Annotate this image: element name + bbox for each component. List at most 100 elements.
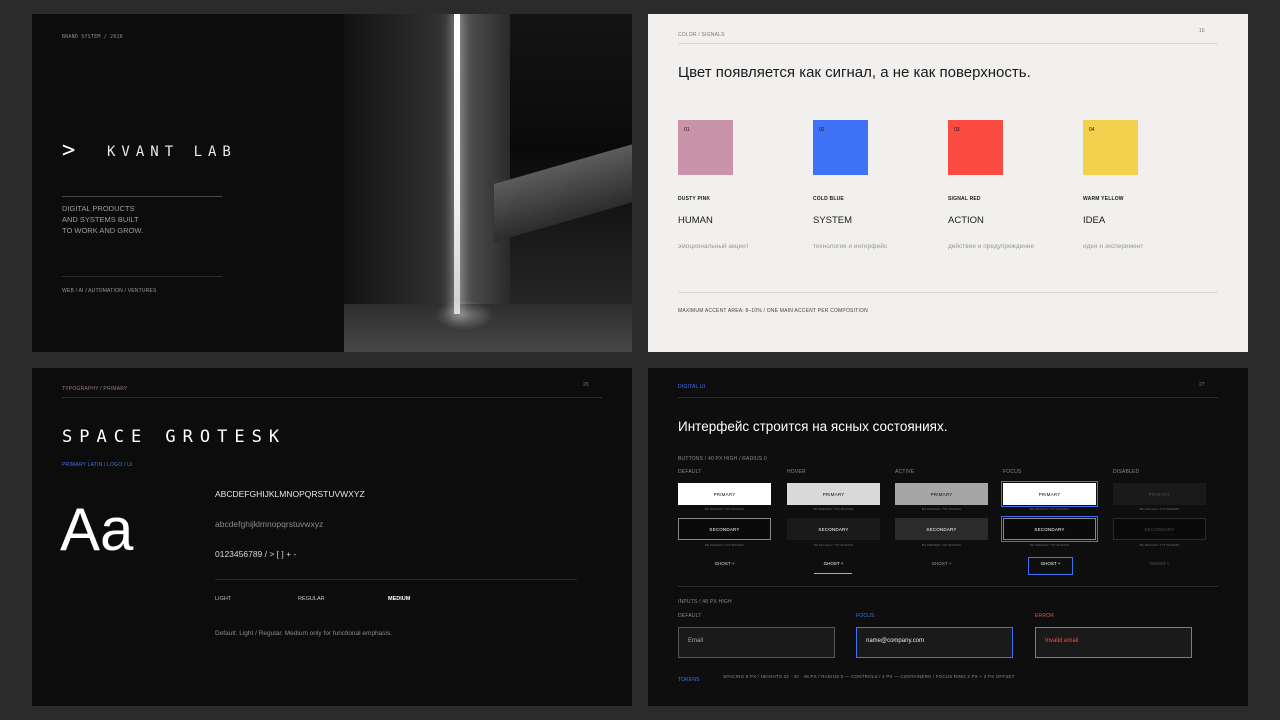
- tokens-label: TOKENS: [678, 677, 700, 683]
- section-label-inputs: INPUTS / 48 PX HIGH: [678, 599, 732, 605]
- divider: [215, 579, 577, 580]
- button-spec: BG #1A1A1A / TXT #FFFFFF: [813, 543, 854, 547]
- button-spec: BG #2B2B2B / TXT #FFFFFF: [921, 543, 962, 547]
- secondary-button-disabled: SECONDARY: [1113, 518, 1206, 540]
- color-role: ACTION: [948, 215, 984, 226]
- color-role: SYSTEM: [813, 215, 853, 226]
- email-input-default[interactable]: Email: [678, 627, 835, 658]
- tagline-line: TO WORK AND GROW.: [62, 226, 144, 235]
- tagline: DIGITAL PRODUCTS AND SYSTEMS BUILT TO WO…: [62, 203, 143, 236]
- email-input-error[interactable]: Invalid email: [1035, 627, 1192, 658]
- state-label-hover: HOVER: [787, 469, 806, 475]
- swatch-number: 04: [1089, 127, 1095, 133]
- secondary-button-focus[interactable]: SECONDARY: [1001, 516, 1098, 542]
- email-input-focus[interactable]: name@company.com: [856, 627, 1013, 658]
- slide-headline: Интерфейс строится на ясных состояниях.: [678, 419, 948, 434]
- divider: [62, 397, 602, 398]
- button-spec: BG #0A0A0A / TXT #FFFFFF: [704, 543, 745, 547]
- button-spec: BG #D9D9D9 / TXT #0A0A0A: [813, 507, 854, 511]
- weight-regular: REGULAR: [298, 596, 325, 602]
- color-role: IDEA: [1083, 215, 1106, 226]
- slide-tag: DIGITAL UI: [678, 384, 706, 390]
- slide-color-signals: COLOR / SIGNALS 10 Цвет появляется как с…: [648, 14, 1248, 352]
- logo-text: KVANT LAB: [107, 144, 237, 160]
- button-spec: BG #FFFFFF / TXT #0A0A0A: [704, 507, 745, 511]
- input-state-error: ERROR: [1035, 613, 1055, 619]
- state-label-disabled: DISABLED: [1113, 469, 1140, 475]
- swatch-cold-blue: 02: [813, 120, 868, 175]
- primary-button-active[interactable]: PRIMARY: [895, 483, 988, 505]
- secondary-button-hover[interactable]: SECONDARY: [787, 518, 880, 540]
- architecture-photo: [344, 14, 632, 352]
- primary-button-focus[interactable]: PRIMARY: [1001, 481, 1098, 507]
- state-label-active: ACTIVE: [895, 469, 915, 475]
- ghost-button-focus[interactable]: GHOST +: [1004, 561, 1097, 566]
- divider: [62, 196, 222, 197]
- font-specimen: Aa: [60, 496, 134, 563]
- page-number: 10: [1199, 28, 1205, 34]
- secondary-button-default[interactable]: SECONDARY: [678, 518, 771, 540]
- glyphs-lowercase: abcdefghijklmnopqrstuvwxyz: [215, 519, 324, 529]
- divider: [678, 397, 1218, 398]
- weight-light: LIGHT: [215, 596, 232, 602]
- color-description: идея и эксперимент: [1083, 243, 1144, 250]
- ghost-button-hover[interactable]: GHOST +: [787, 561, 880, 566]
- tagline-line: DIGITAL PRODUCTS: [62, 204, 135, 213]
- slide-footer: WEB / AI / AUTOMATION / VENTURES: [62, 288, 157, 294]
- color-description: эмоциональный акцент: [678, 243, 749, 250]
- button-spec: BG #0A0A0A / TXT #4D4D4D: [1139, 543, 1180, 547]
- font-name: SPACE GROTESK: [62, 427, 287, 447]
- ghost-hover-underline: [814, 573, 852, 574]
- light-beam: [454, 14, 460, 314]
- slide-tag: BRAND SYSTEM / 2026: [62, 34, 123, 40]
- state-label-focus: FOCUS: [1003, 469, 1022, 475]
- color-role: HUMAN: [678, 215, 713, 226]
- button-spec: BG #FFFFFF / TXT #0A0A0A: [1029, 507, 1070, 511]
- section-label-buttons: BUTTONS / 40 PX HIGH / RADIUS 0: [678, 456, 767, 462]
- slide-brand-cover: BRAND SYSTEM / 2026 01 > KVANT LAB DIGIT…: [32, 14, 632, 352]
- tokens-spec: SPACING 8 PX / HEIGHTS 32 · 40 · 48 PX /…: [723, 674, 1015, 679]
- swatch-number: 01: [684, 127, 690, 133]
- color-name: WARM YELLOW: [1083, 196, 1124, 202]
- font-usage: PRIMARY LATIN / LOGO / UI: [62, 462, 133, 468]
- page-number: 27: [1199, 382, 1205, 388]
- divider: [62, 276, 222, 277]
- primary-button-disabled: PRIMARY: [1113, 483, 1206, 505]
- primary-button-default[interactable]: PRIMARY: [678, 483, 771, 505]
- slide-footer: MAXIMUM ACCENT AREA: 8–10% / ONE MAIN AC…: [678, 308, 868, 314]
- divider: [678, 586, 1218, 587]
- slide-headline: Цвет появляется как сигнал, а не как пов…: [678, 64, 1031, 81]
- weight-medium: MEDIUM: [388, 596, 411, 602]
- button-spec: BG #1A1A1A / TXT #4D4D4D: [1139, 507, 1180, 511]
- swatch-signal-red: 03: [948, 120, 1003, 175]
- state-label-default: DEFAULT: [678, 469, 702, 475]
- swatch-warm-yellow: 04: [1083, 120, 1138, 175]
- ghost-button-active[interactable]: GHOST +: [895, 561, 988, 566]
- typography-note: Default: Light / Regular. Medium only fo…: [215, 630, 393, 637]
- glyphs-uppercase: ABCDEFGHIJKLMNOPQRSTUVWXYZ: [215, 489, 365, 499]
- swatch-number: 02: [819, 127, 825, 133]
- button-spec: BG #0A0A0A / TXT #FFFFFF: [1029, 543, 1070, 547]
- photo-slab: [494, 138, 632, 242]
- slide-typography: TYPOGRAPHY / PRIMARY 20 SPACE GROTESK PR…: [32, 368, 632, 706]
- ghost-focus-ring: [1028, 557, 1073, 575]
- primary-button-hover[interactable]: PRIMARY: [787, 483, 880, 505]
- color-name: COLD BLUE: [813, 196, 844, 202]
- ghost-button-disabled: GHOST +: [1149, 561, 1170, 566]
- slide-digital-ui: DIGITAL UI 27 Интерфейс строится на ясны…: [648, 368, 1248, 706]
- color-name: DUSTY PINK: [678, 196, 711, 202]
- slide-tag: TYPOGRAPHY / PRIMARY: [62, 386, 128, 392]
- divider: [678, 43, 1218, 44]
- input-state-default: DEFAULT: [678, 613, 702, 619]
- color-description: действие и предупреждение: [948, 243, 1035, 250]
- swatch-dusty-pink: 01: [678, 120, 733, 175]
- slide-tag: COLOR / SIGNALS: [678, 32, 725, 38]
- divider: [678, 292, 1218, 293]
- secondary-button-active[interactable]: SECONDARY: [895, 518, 988, 540]
- tagline-line: AND SYSTEMS BUILT: [62, 215, 139, 224]
- ghost-button-default[interactable]: GHOST +: [678, 561, 771, 566]
- light-reflection: [434, 300, 494, 330]
- swatch-number: 03: [954, 127, 960, 133]
- input-state-focus: FOCUS: [856, 613, 875, 619]
- glyphs-digits: 0123456789 / > [ ] + -: [215, 549, 297, 559]
